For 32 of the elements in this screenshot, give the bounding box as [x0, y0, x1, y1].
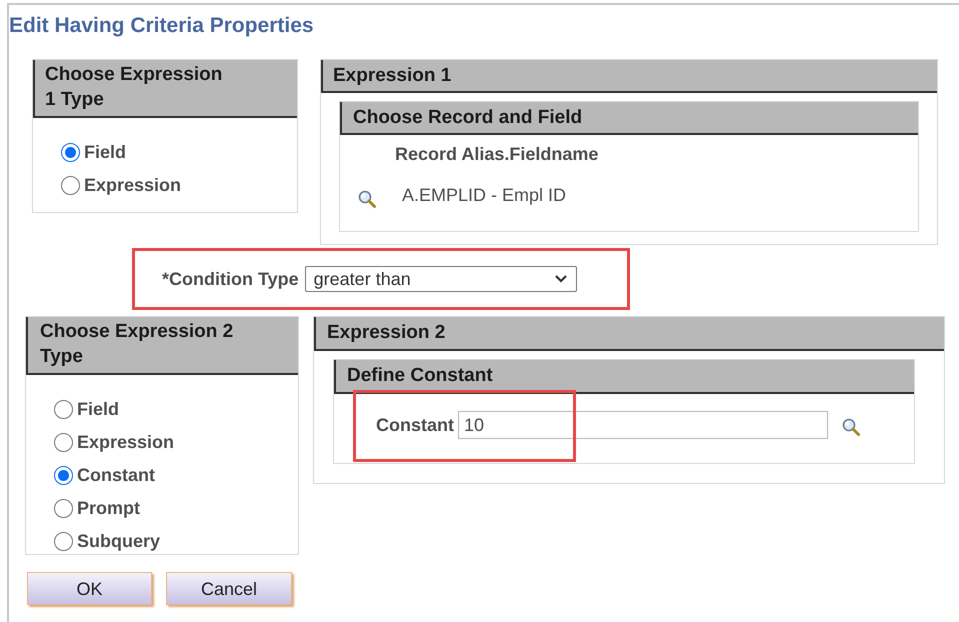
input-field[interactable]: 10: [458, 411, 828, 439]
section-header: Choose Record and Field: [340, 102, 918, 135]
radio-label: Expression: [84, 174, 182, 197]
radio-button[interactable]: [54, 499, 73, 518]
page-title: Edit Having Criteria Properties: [9, 13, 314, 39]
section-header: Expression 1: [321, 60, 937, 93]
section-header: Choose Expression 1 Type: [33, 60, 297, 118]
dialog-button[interactable]: OK: [27, 572, 152, 605]
radio-label: Constant: [77, 464, 155, 487]
dropdown[interactable]: greater than: [304, 266, 577, 292]
radio-button[interactable]: [54, 532, 73, 551]
radio-label: Field: [84, 141, 126, 164]
section-header: Define Constant: [334, 360, 914, 394]
radio-button[interactable]: [54, 400, 73, 419]
radio-label: Field: [77, 398, 120, 421]
field-label: Constant: [376, 414, 454, 436]
radio-label: Expression: [77, 431, 174, 454]
section-header: Expression 2: [314, 317, 944, 351]
caret-icon: [554, 274, 568, 284]
search-icon[interactable]: [841, 417, 861, 437]
radio-button[interactable]: [54, 466, 73, 485]
dialog-button[interactable]: Cancel: [166, 572, 292, 605]
field-value: A.EMPLID - Empl ID: [402, 184, 566, 207]
column-header: Record Alias.Fieldname: [395, 143, 598, 166]
radio-label: Prompt: [77, 497, 140, 520]
radio-button[interactable]: [61, 176, 80, 195]
radio-label: Subquery: [77, 530, 160, 553]
radio-button[interactable]: [54, 433, 73, 452]
section-header: Choose Expression 2 Type: [26, 317, 298, 375]
search-icon[interactable]: [357, 188, 377, 208]
field-label: *Condition Type: [162, 268, 299, 291]
radio-button[interactable]: [61, 143, 80, 162]
